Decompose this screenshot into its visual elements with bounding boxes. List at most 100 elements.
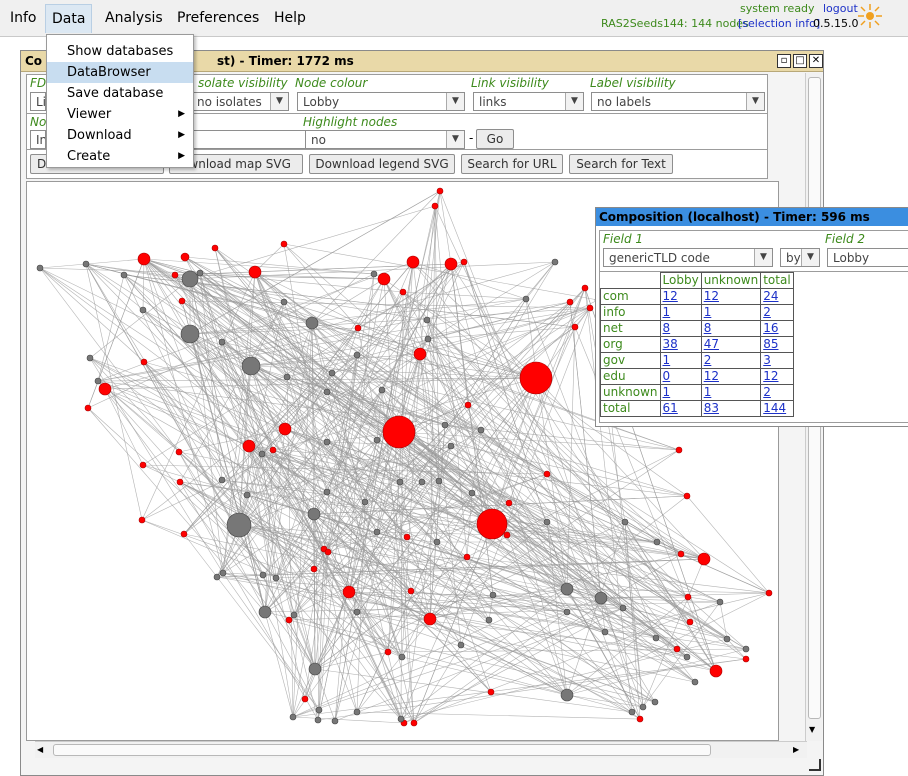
highlight-nodes-select[interactable]: no ▼ xyxy=(305,130,465,149)
graph-node-unknown[interactable] xyxy=(323,438,331,446)
link-visibility-select[interactable]: links ▼ xyxy=(473,92,584,111)
count-link[interactable]: 85 xyxy=(760,336,794,353)
graph-node-unknown[interactable] xyxy=(485,616,493,624)
graph-node-lobby[interactable] xyxy=(171,271,179,279)
scroll-right-icon[interactable]: ▶ xyxy=(793,745,799,754)
count-link[interactable]: 38 xyxy=(659,336,702,353)
graph-node-unknown[interactable] xyxy=(218,476,226,484)
menu-show-databases[interactable]: Show databases xyxy=(47,41,193,62)
selection-info-link[interactable]: [selection info] xyxy=(738,17,820,30)
graph-node-unknown[interactable] xyxy=(621,518,629,526)
scroll-left-icon[interactable]: ◀ xyxy=(37,745,43,754)
graph-node-unknown[interactable] xyxy=(259,571,267,579)
restore-icon[interactable]: ▫ xyxy=(777,54,791,68)
graph-node-lobby[interactable] xyxy=(519,361,553,395)
graph-node-unknown[interactable] xyxy=(560,582,574,596)
isolate-visibility-select[interactable]: no isolates ▼ xyxy=(191,92,289,111)
graph-node-unknown[interactable] xyxy=(258,605,272,619)
graph-node-unknown[interactable] xyxy=(433,538,441,546)
search-text-button[interactable]: Search for Text xyxy=(569,154,673,174)
count-link[interactable]: 8 xyxy=(659,320,702,337)
graph-node-lobby[interactable] xyxy=(175,448,183,456)
graph-node-lobby[interactable] xyxy=(684,593,692,601)
count-link[interactable]: 1 xyxy=(659,384,702,401)
graph-node-unknown[interactable] xyxy=(353,351,361,359)
graph-node-lobby[interactable] xyxy=(709,664,723,678)
graph-node-lobby[interactable] xyxy=(176,478,184,486)
graph-node-unknown[interactable] xyxy=(180,324,200,344)
graph-node-unknown[interactable] xyxy=(290,611,298,619)
graph-node-unknown[interactable] xyxy=(639,703,647,711)
graph-node-unknown[interactable] xyxy=(477,426,485,434)
graph-node-unknown[interactable] xyxy=(683,653,691,661)
graph-node-unknown[interactable] xyxy=(82,260,90,268)
graph-node-unknown[interactable] xyxy=(424,335,432,343)
graph-node-lobby[interactable] xyxy=(410,719,418,727)
graph-node-unknown[interactable] xyxy=(373,528,381,536)
scroll-down-icon[interactable]: ▼ xyxy=(809,725,815,734)
graph-node-lobby[interactable] xyxy=(406,255,420,269)
graph-node-unknown[interactable] xyxy=(307,507,321,521)
graph-node-unknown[interactable] xyxy=(742,645,750,653)
graph-node-lobby[interactable] xyxy=(543,470,551,478)
graph-node-lobby[interactable] xyxy=(586,304,594,312)
menu-download[interactable]: Download ▶ xyxy=(47,125,193,146)
graph-node-lobby[interactable] xyxy=(571,323,579,331)
count-link[interactable]: 16 xyxy=(760,320,794,337)
graph-node-lobby[interactable] xyxy=(444,257,458,271)
graph-node-unknown[interactable] xyxy=(601,628,609,636)
graph-node-unknown[interactable] xyxy=(226,512,252,538)
graph-node-lobby[interactable] xyxy=(697,552,711,566)
count-link[interactable]: 3 xyxy=(760,352,794,369)
node-colour-select[interactable]: Lobby ▼ xyxy=(297,92,465,111)
graph-node-unknown[interactable] xyxy=(653,538,661,546)
graph-node-lobby[interactable] xyxy=(505,499,513,507)
graph-node-lobby[interactable] xyxy=(382,415,416,449)
go-button[interactable]: Go xyxy=(476,129,514,149)
graph-node-unknown[interactable] xyxy=(447,442,455,450)
graph-node-lobby[interactable] xyxy=(413,347,427,361)
graph-node-lobby[interactable] xyxy=(407,587,415,595)
graph-node-lobby[interactable] xyxy=(384,648,392,656)
graph-node-unknown[interactable] xyxy=(258,450,266,458)
count-link[interactable]: 12 xyxy=(760,368,794,385)
graph-node-unknown[interactable] xyxy=(378,386,386,394)
resize-grip-icon[interactable] xyxy=(809,759,821,771)
graph-node-unknown[interactable] xyxy=(652,634,660,642)
graph-node-unknown[interactable] xyxy=(418,478,426,486)
graph-node-lobby[interactable] xyxy=(686,618,694,626)
menu-analysis[interactable]: Analysis xyxy=(99,4,169,32)
graph-node-unknown[interactable] xyxy=(398,653,406,661)
graph-node-lobby[interactable] xyxy=(324,548,332,556)
graph-node-lobby[interactable] xyxy=(675,446,683,454)
graph-node-lobby[interactable] xyxy=(436,187,444,195)
graph-node-unknown[interactable] xyxy=(543,518,551,526)
graph-node-lobby[interactable] xyxy=(140,358,148,366)
graph-node-lobby[interactable] xyxy=(301,695,309,703)
graph-node-unknown[interactable] xyxy=(305,316,319,330)
graph-node-unknown[interactable] xyxy=(361,498,369,506)
count-link[interactable]: 144 xyxy=(760,400,794,417)
graph-node-unknown[interactable] xyxy=(441,421,449,429)
graph-node-lobby[interactable] xyxy=(285,616,293,624)
graph-node-lobby[interactable] xyxy=(180,252,190,262)
graph-node-unknown[interactable] xyxy=(196,269,204,277)
graph-node-unknown[interactable] xyxy=(628,708,636,716)
field2-select[interactable]: Lobby xyxy=(827,248,908,267)
menu-databrowser[interactable]: DataBrowser xyxy=(47,62,193,83)
no-select[interactable]: In xyxy=(30,130,46,149)
graph-node-lobby[interactable] xyxy=(476,508,508,540)
graph-node-unknown[interactable] xyxy=(551,258,559,266)
graph-node-unknown[interactable] xyxy=(272,574,280,582)
menu-data[interactable]: Data xyxy=(45,4,93,33)
graph-node-lobby[interactable] xyxy=(673,645,681,653)
count-link[interactable]: 8 xyxy=(700,320,762,337)
count-link[interactable]: 24 xyxy=(760,288,794,305)
graph-node-unknown[interactable] xyxy=(219,569,227,577)
count-link[interactable]: 0 xyxy=(659,368,702,385)
graph-node-unknown[interactable] xyxy=(308,662,322,676)
graph-node-lobby[interactable] xyxy=(84,404,92,412)
graph-node-unknown[interactable] xyxy=(314,716,322,724)
graph-node-lobby[interactable] xyxy=(280,240,288,248)
graph-node-lobby[interactable] xyxy=(342,585,356,599)
